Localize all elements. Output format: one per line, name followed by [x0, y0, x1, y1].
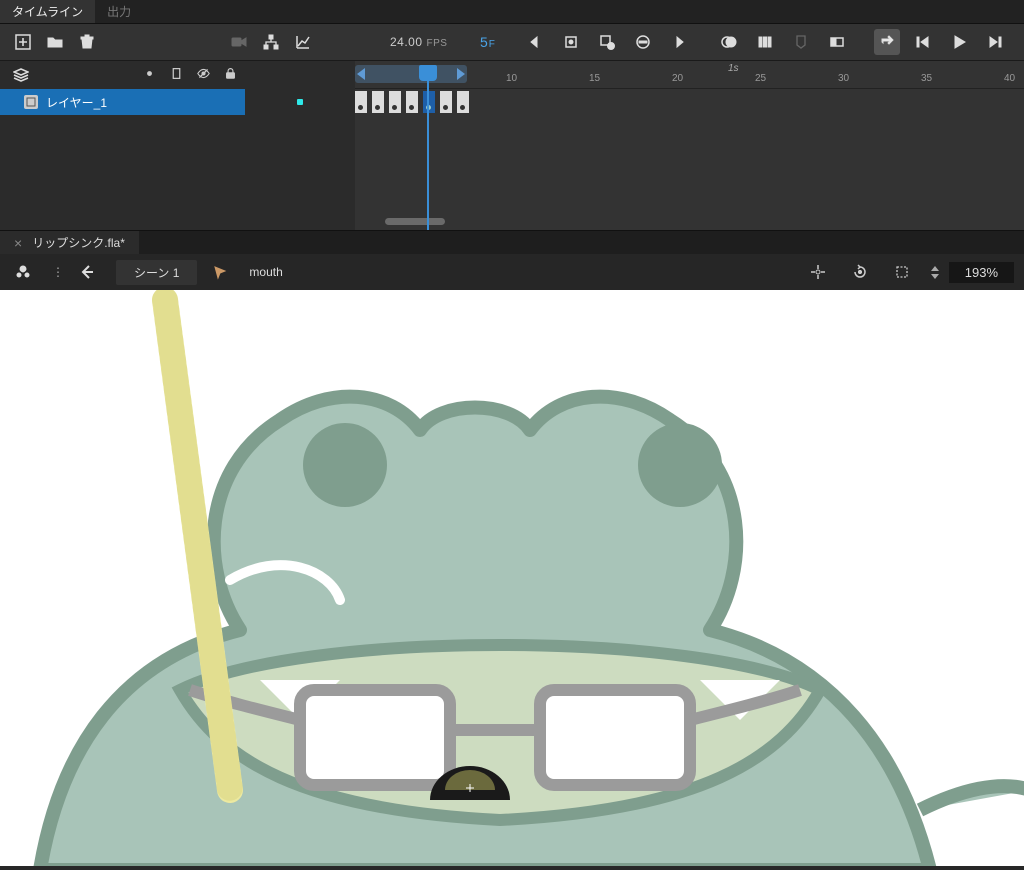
outline-col-icon[interactable] [170, 67, 183, 83]
frame-view-button[interactable] [824, 29, 850, 55]
ruler-tick: 10 [506, 73, 517, 84]
file-tab[interactable]: × リップシンク.fla* [0, 231, 139, 254]
symbol-icon [207, 259, 233, 285]
layer-name: レイヤー_1 [46, 94, 107, 111]
time-marker: 1s [728, 63, 739, 74]
keyframe[interactable] [457, 91, 469, 113]
visibility-col-icon[interactable] [197, 67, 210, 83]
lock-col-icon[interactable] [224, 67, 237, 83]
next-keyframe-button[interactable] [666, 29, 692, 55]
center-stage-button[interactable] [805, 259, 831, 285]
ruler-tick: 25 [755, 73, 766, 84]
onion-skin-range[interactable] [355, 65, 467, 83]
play-button[interactable] [946, 29, 972, 55]
keyframe[interactable] [406, 91, 418, 113]
back-button[interactable] [74, 259, 100, 285]
step-forward-button[interactable] [982, 29, 1008, 55]
symbol-name[interactable]: mouth [249, 265, 282, 279]
keyframe[interactable] [440, 91, 452, 113]
layer-type-icon [24, 95, 38, 109]
fps-label: FPS [427, 38, 448, 49]
zoom-stepper[interactable] [931, 266, 939, 279]
tab-timeline[interactable]: タイムライン [0, 0, 95, 23]
loop-button[interactable] [874, 29, 900, 55]
ruler-tick: 35 [921, 73, 932, 84]
timeline-scrollbar[interactable] [385, 218, 445, 225]
graph-button[interactable] [290, 29, 316, 55]
close-file-icon[interactable]: × [14, 235, 22, 251]
auto-keyframe-button[interactable]: A [594, 29, 620, 55]
ruler-tick: 15 [589, 73, 600, 84]
ruler-tick: 20 [672, 73, 683, 84]
add-layer-button[interactable] [10, 29, 36, 55]
fps-display[interactable]: 24.00 FPS [390, 35, 447, 49]
hierarchy-button[interactable] [258, 29, 284, 55]
ruler-tick: 40 [1004, 73, 1015, 84]
delete-layer-button[interactable] [74, 29, 100, 55]
stage-canvas[interactable] [0, 290, 1024, 866]
file-name: リップシンク.fla* [32, 234, 125, 251]
keyframe[interactable] [389, 91, 401, 113]
edit-scene-icon[interactable] [10, 259, 36, 285]
prev-keyframe-button[interactable] [522, 29, 548, 55]
keyframe-selected[interactable] [423, 91, 435, 113]
timeline-ruler[interactable]: 1s 10 15 20 25 30 35 40 [355, 61, 1024, 89]
keyframe[interactable] [372, 91, 384, 113]
scene-breadcrumb[interactable]: シーン 1 [116, 260, 197, 285]
layer-row[interactable]: レイヤー_1 [0, 89, 245, 115]
keyframe[interactable] [355, 91, 367, 113]
frame-track[interactable] [355, 89, 1024, 115]
frame-label: F [489, 39, 495, 50]
layers-panel-icon[interactable] [8, 62, 34, 88]
marker-button[interactable] [788, 29, 814, 55]
playhead[interactable] [419, 65, 437, 87]
camera-button[interactable] [226, 29, 252, 55]
tab-output[interactable]: 出力 [95, 0, 143, 23]
zoom-display[interactable]: 193% [949, 262, 1014, 283]
layer-active-marker[interactable] [297, 99, 303, 105]
onion-skin-button[interactable] [716, 29, 742, 55]
fps-value: 24.00 [390, 35, 423, 49]
clip-stage-button[interactable] [889, 259, 915, 285]
edit-multiple-frames-button[interactable] [752, 29, 778, 55]
remove-frame-button[interactable] [630, 29, 656, 55]
current-frame-display[interactable]: 5 F [480, 34, 495, 50]
insert-keyframe-button[interactable] [558, 29, 584, 55]
folder-button[interactable] [42, 29, 68, 55]
ruler-tick: 30 [838, 73, 849, 84]
step-back-button[interactable] [910, 29, 936, 55]
highlight-col-icon[interactable] [143, 67, 156, 83]
rotate-stage-button[interactable] [847, 259, 873, 285]
frame-value: 5 [480, 34, 488, 50]
